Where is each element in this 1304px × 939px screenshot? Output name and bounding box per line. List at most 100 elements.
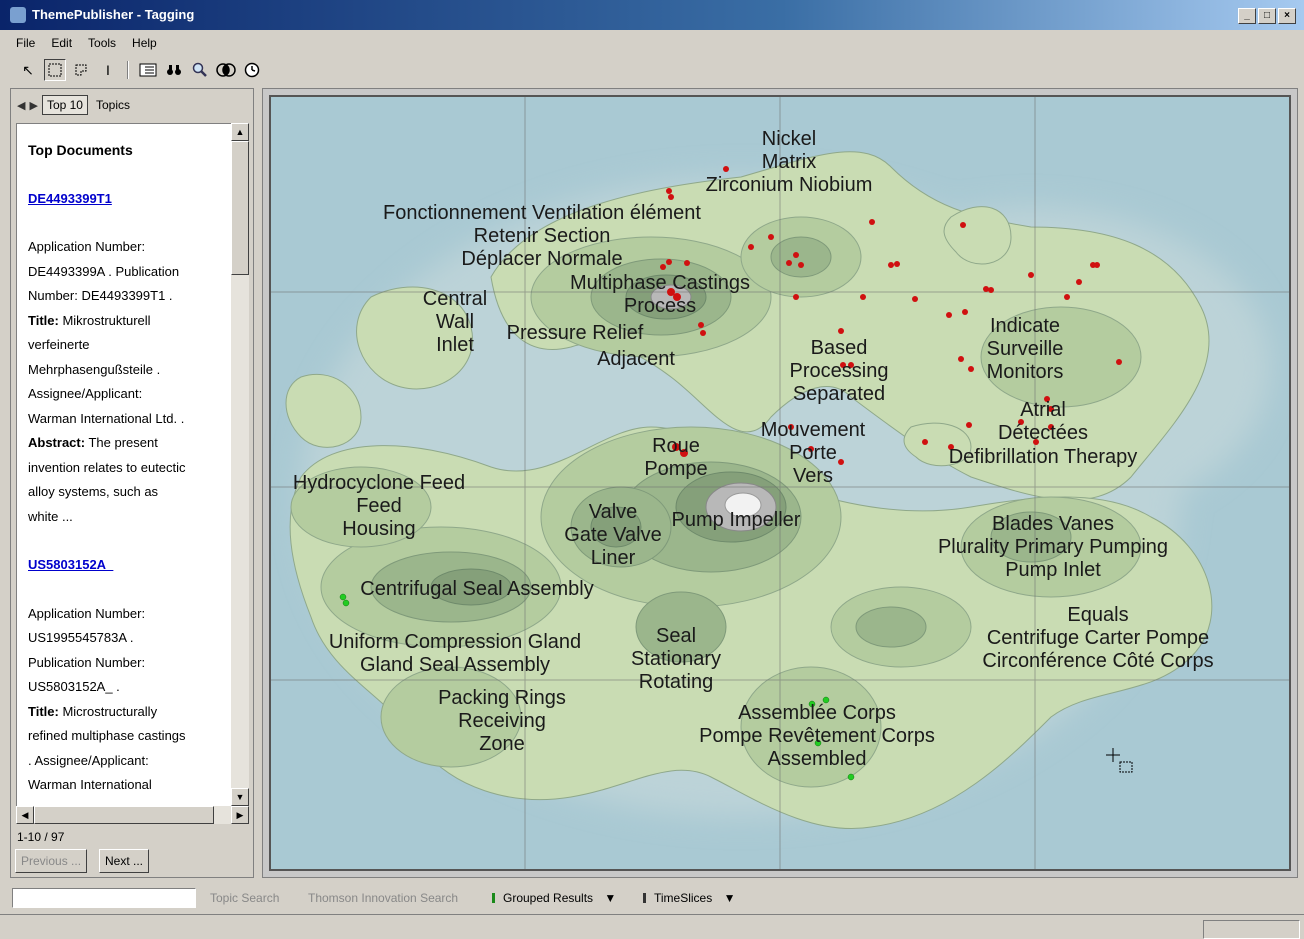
topic-label: Process	[624, 295, 696, 317]
topic-label: Seal	[656, 625, 696, 647]
scroll-thumb[interactable]	[231, 141, 249, 275]
menu-edit[interactable]: Edit	[51, 32, 72, 54]
topic-label: Equals	[1067, 604, 1128, 626]
document-point	[666, 188, 672, 194]
document-point	[894, 261, 900, 267]
document-point	[838, 459, 844, 465]
document-point	[723, 166, 729, 172]
rect-select-icon[interactable]	[44, 59, 66, 81]
thomson-search-button[interactable]: Thomson Innovation Search	[308, 891, 458, 905]
topic-label: Central	[423, 288, 487, 310]
theme-map-svg[interactable]: Nickel Matrix Zirconium Niobium Fonction…	[271, 97, 1289, 869]
menu-tools[interactable]: Tools	[88, 32, 116, 54]
topic-label: Assemblée Corps	[738, 702, 896, 724]
topic-label: Pompe Revêtement Corps	[699, 725, 935, 747]
overlap-icon[interactable]	[216, 60, 236, 80]
search-input[interactable]	[12, 888, 196, 908]
topic-label: Receiving	[458, 710, 546, 732]
topic-label: Rotating	[639, 671, 714, 693]
topic-label: Defibrillation Therapy	[949, 446, 1138, 468]
vertical-scrollbar[interactable]: ▲ ▼	[231, 123, 249, 806]
back-arrow-icon[interactable]: ◀	[17, 99, 25, 112]
maximize-button[interactable]: □	[1258, 8, 1276, 24]
topic-label: Blades Vanes	[992, 513, 1114, 535]
topic-label: Based	[811, 337, 868, 359]
list-heading: Top Documents	[28, 142, 133, 158]
topic-label: Matrix	[762, 151, 816, 173]
menu-help[interactable]: Help	[132, 32, 157, 54]
topic-label: Détectées	[998, 422, 1088, 444]
lasso-icon[interactable]	[72, 60, 92, 80]
scroll-left-icon[interactable]: ◀	[16, 806, 34, 824]
binoculars-icon[interactable]	[164, 60, 184, 80]
document-summary: Application Number: US1995545783A . Publ…	[28, 605, 186, 793]
clock-icon[interactable]	[242, 60, 262, 80]
pager-count: 1-10 / 97	[17, 830, 65, 844]
document-point	[786, 260, 792, 266]
topic-label: Centrifugal Seal Assembly	[360, 578, 593, 600]
scroll-down-icon[interactable]: ▼	[231, 788, 249, 806]
topic-label: Circonférence Côté Corps	[982, 650, 1213, 672]
topic-label: Indicate	[990, 315, 1060, 337]
topic-label: Pump Impeller	[672, 509, 801, 531]
scroll-right-icon[interactable]: ▶	[231, 806, 249, 824]
topic-label: Processing	[790, 360, 889, 382]
topic-label: Monitors	[987, 361, 1064, 383]
minimize-button[interactable]: _	[1238, 8, 1256, 24]
magnifier-icon[interactable]	[190, 60, 210, 80]
topic-label: Pressure Relief	[507, 322, 644, 344]
tab-top-10[interactable]: Top 10	[41, 95, 88, 115]
topic-label: Zone	[479, 733, 525, 755]
topic-label: Centrifuge Carter Pompe	[987, 627, 1209, 649]
topic-label: Packing Rings	[438, 687, 566, 709]
document-point	[342, 599, 350, 607]
topic-search-button[interactable]: Topic Search	[210, 891, 279, 905]
topic-label: Pompe	[644, 458, 707, 480]
topic-label: Zirconium Niobium	[706, 174, 873, 196]
document-point	[958, 356, 964, 362]
document-point	[838, 328, 844, 334]
document-point	[1094, 262, 1100, 268]
pointer-icon[interactable]: ↖	[18, 60, 38, 80]
topic-label: Plurality Primary Pumping	[938, 536, 1168, 558]
document-point	[666, 259, 672, 265]
tab-topics[interactable]: Topics	[92, 96, 134, 114]
document-point	[922, 439, 928, 445]
dropdown-arrow-icon[interactable]: ▼	[724, 891, 736, 905]
window-controls: _ □ ×	[1238, 8, 1296, 24]
topic-label: Assembled	[768, 748, 867, 770]
timeslices-dropdown[interactable]: TimeSlices ▼	[643, 891, 735, 905]
forward-arrow-icon[interactable]: ▶	[29, 99, 37, 112]
grouped-results-dropdown[interactable]: Grouped Results ▼	[492, 891, 616, 905]
document-link[interactable]: US5803152A_	[28, 553, 223, 578]
topic-label: Feed	[356, 495, 402, 517]
document-point	[962, 309, 968, 315]
timeslices-marker-icon	[643, 893, 646, 903]
previous-button[interactable]: Previous ...	[15, 849, 88, 873]
next-button[interactable]: Next ...	[99, 849, 150, 873]
document-point	[946, 312, 952, 318]
text-cursor-icon[interactable]: I	[98, 60, 118, 80]
topic-label: Uniform Compression Gland	[329, 631, 581, 653]
topic-label: Adjacent	[597, 348, 675, 370]
status-panel	[1203, 920, 1300, 939]
list-icon[interactable]	[138, 60, 158, 80]
map-frame: Nickel Matrix Zirconium Niobium Fonction…	[262, 88, 1298, 878]
scroll-up-icon[interactable]: ▲	[231, 123, 249, 141]
document-point	[793, 252, 799, 258]
window-title: ThemePublisher - Tagging	[32, 7, 195, 22]
dropdown-arrow-icon[interactable]: ▼	[604, 891, 616, 905]
horizontal-scrollbar[interactable]: ◀ ▶	[16, 806, 249, 824]
document-point	[869, 219, 875, 225]
topic-label: Inlet	[436, 334, 474, 356]
left-panel: ◀ ▶ Top 10 Topics Top Documents DE449339…	[10, 88, 254, 878]
grouped-results-marker-icon	[492, 893, 495, 903]
document-point	[1116, 359, 1122, 365]
document-point	[860, 294, 866, 300]
scroll-thumb-horizontal[interactable]	[34, 806, 214, 824]
menu-file[interactable]: File	[16, 32, 35, 54]
document-link[interactable]: DE4493399T1	[28, 187, 223, 212]
theme-map[interactable]: Nickel Matrix Zirconium Niobium Fonction…	[269, 95, 1291, 871]
topic-label: Porte	[789, 442, 837, 464]
close-button[interactable]: ×	[1278, 8, 1296, 24]
